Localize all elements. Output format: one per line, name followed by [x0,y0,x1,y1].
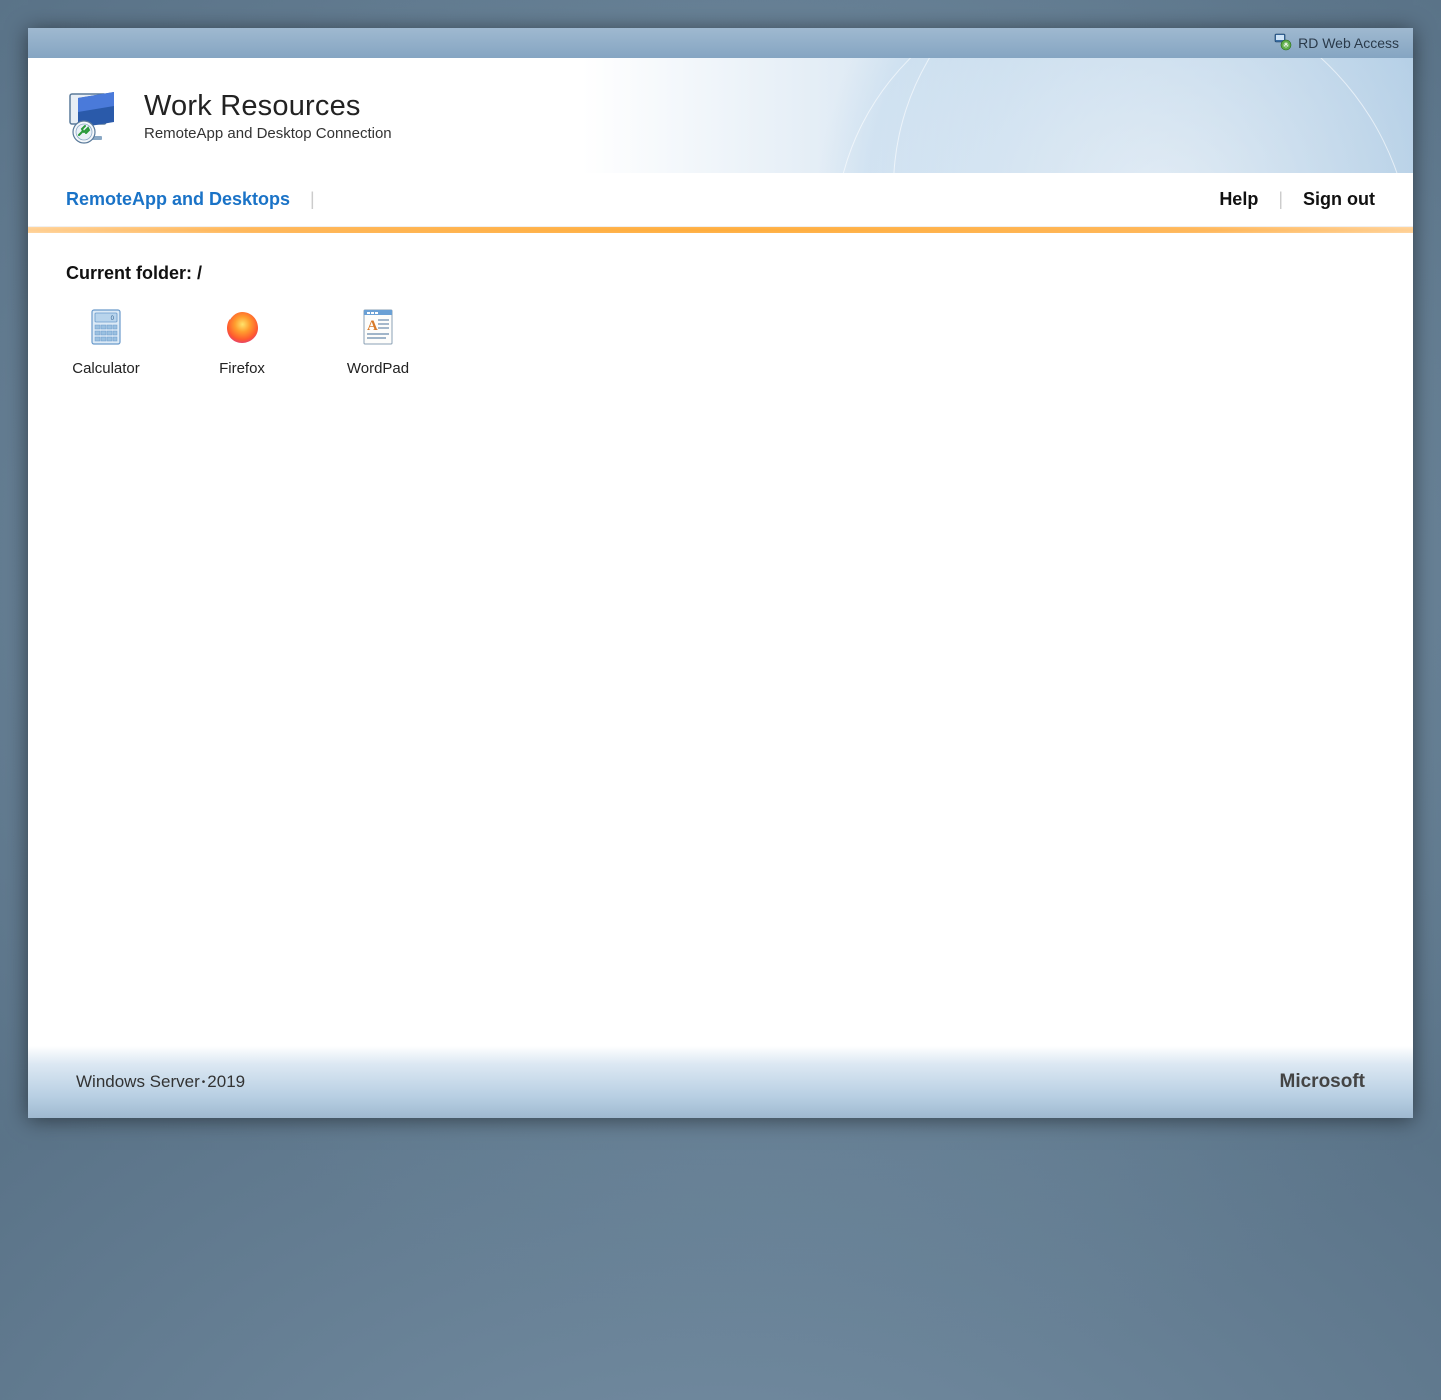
app-label: Calculator [72,360,140,377]
app-calculator[interactable]: 0 Calculator [66,306,146,377]
header: Work Resources RemoteApp and Desktop Con… [28,58,1413,173]
header-text: Work Resources RemoteApp and Desktop Con… [144,90,392,142]
footer: Windows Server•2019 Microsoft [28,1046,1413,1118]
tab-remoteapp-desktops[interactable]: RemoteApp and Desktops [66,189,290,210]
app-wordpad[interactable]: A WordPad [338,306,418,377]
app-grid: 0 Calculator [66,306,1375,377]
wordpad-icon: A [358,306,398,346]
calculator-icon: 0 [86,306,126,346]
app-frame: RD Web Access Work Resources RemoteApp a… [28,28,1413,1118]
nav-separator: | [310,189,315,210]
content-area: Current folder: / 0 Calculator [28,233,1413,1046]
app-label: WordPad [347,360,409,377]
nav-separator: | [1278,189,1283,210]
signout-link[interactable]: Sign out [1303,189,1375,210]
header-globe-decoration [813,58,1413,173]
footer-vendor: Microsoft [1280,1071,1366,1093]
page-subtitle: RemoteApp and Desktop Connection [144,125,392,142]
remoteapp-logo-icon [66,88,126,144]
app-label: Firefox [219,360,265,377]
help-link[interactable]: Help [1219,189,1258,210]
app-firefox[interactable]: Firefox [202,306,282,377]
topbar-title: RD Web Access [1298,35,1399,51]
rdweb-icon [1274,33,1292,54]
nav-bar: RemoteApp and Desktops | Help | Sign out [28,173,1413,227]
topbar: RD Web Access [28,28,1413,58]
footer-product: Windows Server•2019 [76,1072,245,1092]
svg-text:A: A [367,318,378,334]
current-folder-label: Current folder: / [66,263,1375,284]
firefox-icon [222,306,262,346]
page-title: Work Resources [144,90,392,123]
